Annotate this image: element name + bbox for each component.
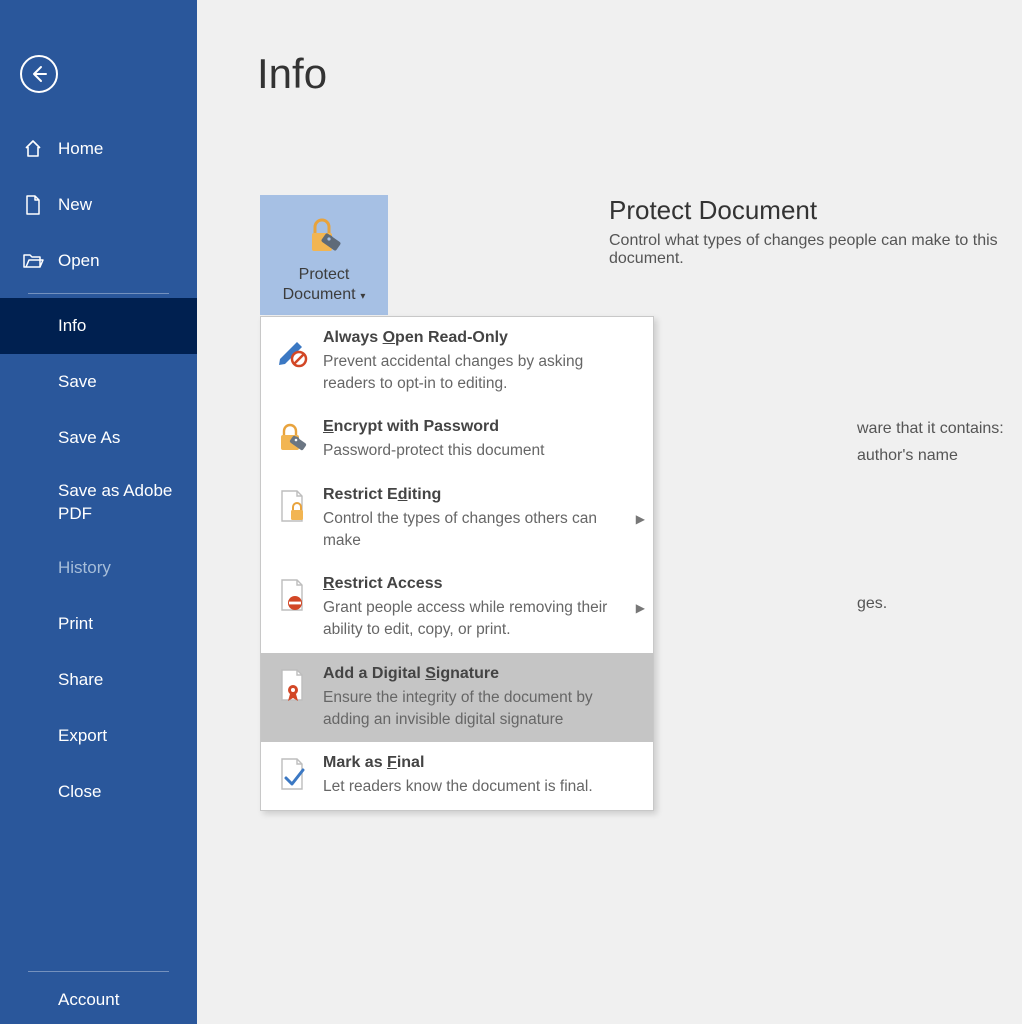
- back-button[interactable]: [20, 55, 58, 93]
- sidebar-item-label: Export: [58, 726, 107, 746]
- menu-item-description: Grant people access while removing their…: [323, 597, 639, 640]
- document-prohibit-icon: [275, 577, 309, 615]
- open-folder-icon: [22, 250, 44, 272]
- submenu-arrow-icon: ▶: [636, 512, 645, 526]
- menu-item-title: Encrypt with Password: [323, 418, 639, 436]
- menu-item-add-digital-signature[interactable]: Add a Digital Signature Ensure the integ…: [261, 653, 653, 742]
- document-ribbon-icon: [275, 667, 309, 705]
- submenu-arrow-icon: ▶: [636, 601, 645, 615]
- lock-key-icon: [303, 215, 345, 257]
- new-document-icon: [22, 194, 44, 216]
- protect-document-menu: Always Open Read-Only Prevent accidental…: [260, 316, 654, 811]
- sidebar-item-label: Save: [58, 372, 97, 392]
- home-icon: [22, 138, 44, 160]
- sidebar-item-home[interactable]: Home: [0, 121, 197, 177]
- lock-key-icon: [275, 420, 309, 458]
- menu-item-title: Restrict Editing: [323, 486, 639, 504]
- menu-item-encrypt-with-password[interactable]: Encrypt with Password Password-protect t…: [261, 406, 653, 474]
- protect-document-button-label: Protect Document ▾: [283, 265, 366, 305]
- sidebar-item-label: Close: [58, 782, 101, 802]
- sidebar-item-label: Open: [58, 251, 100, 271]
- sidebar-item-save-as[interactable]: Save As: [0, 410, 197, 466]
- sidebar-item-save-adobe[interactable]: Save as Adobe PDF: [0, 466, 197, 540]
- sidebar-item-new[interactable]: New: [0, 177, 197, 233]
- sidebar-item-label: Account: [58, 990, 119, 1010]
- menu-item-mark-as-final[interactable]: Mark as Final Let readers know the docum…: [261, 742, 653, 810]
- sidebar-separator: [28, 293, 169, 294]
- menu-item-title: Mark as Final: [323, 754, 639, 772]
- document-check-icon: [275, 756, 309, 794]
- section-description: Control what types of changes people can…: [609, 232, 1022, 268]
- sidebar-item-label: Save as Adobe PDF: [58, 480, 197, 526]
- menu-item-title: Restrict Access: [323, 575, 639, 593]
- obscured-inspect-text: ware that it contains: author's name: [857, 415, 1004, 469]
- sidebar-item-share[interactable]: Share: [0, 652, 197, 708]
- menu-item-restrict-editing[interactable]: Restrict Editing Control the types of ch…: [261, 474, 653, 563]
- sidebar-item-account[interactable]: Account: [0, 976, 197, 1024]
- sidebar-item-export[interactable]: Export: [0, 708, 197, 764]
- menu-item-title: Add a Digital Signature: [323, 665, 639, 683]
- sidebar-item-label: Save As: [58, 428, 120, 448]
- sidebar-separator: [28, 971, 169, 972]
- sidebar-item-save[interactable]: Save: [0, 354, 197, 410]
- sidebar-item-label: History: [58, 558, 111, 578]
- sidebar-item-close[interactable]: Close: [0, 764, 197, 820]
- menu-item-description: Ensure the integrity of the document by …: [323, 687, 639, 730]
- protect-document-button[interactable]: Protect Document ▾: [260, 195, 388, 315]
- menu-item-description: Let readers know the document is final.: [323, 776, 639, 798]
- sidebar-item-label: Home: [58, 139, 103, 159]
- sidebar-item-label: Print: [58, 614, 93, 634]
- sidebar-item-label: New: [58, 195, 92, 215]
- backstage-sidebar: Home New Open Info Save Save As Save as …: [0, 0, 197, 1024]
- menu-item-restrict-access[interactable]: Restrict Access Grant people access whil…: [261, 563, 653, 652]
- menu-item-always-open-read-only[interactable]: Always Open Read-Only Prevent accidental…: [261, 317, 653, 406]
- sidebar-item-info[interactable]: Info: [0, 298, 197, 354]
- pencil-prohibit-icon: [275, 331, 309, 369]
- document-lock-icon: [275, 488, 309, 526]
- menu-item-description: Password-protect this document: [323, 440, 639, 462]
- section-heading: Protect Document: [609, 195, 1022, 226]
- sidebar-item-open[interactable]: Open: [0, 233, 197, 289]
- sidebar-item-history: History: [0, 540, 197, 596]
- menu-item-description: Control the types of changes others can …: [323, 508, 639, 551]
- protect-document-section: Protect Document Control what types of c…: [609, 195, 1022, 268]
- sidebar-item-print[interactable]: Print: [0, 596, 197, 652]
- sidebar-item-label: Share: [58, 670, 103, 690]
- page-title: Info: [257, 50, 1022, 98]
- menu-item-title: Always Open Read-Only: [323, 329, 639, 347]
- arrow-left-icon: [29, 64, 49, 84]
- chevron-down-icon: ▾: [358, 291, 366, 302]
- obscured-manage-text: ges.: [857, 590, 887, 617]
- menu-item-description: Prevent accidental changes by asking rea…: [323, 351, 639, 394]
- sidebar-item-label: Info: [58, 316, 86, 336]
